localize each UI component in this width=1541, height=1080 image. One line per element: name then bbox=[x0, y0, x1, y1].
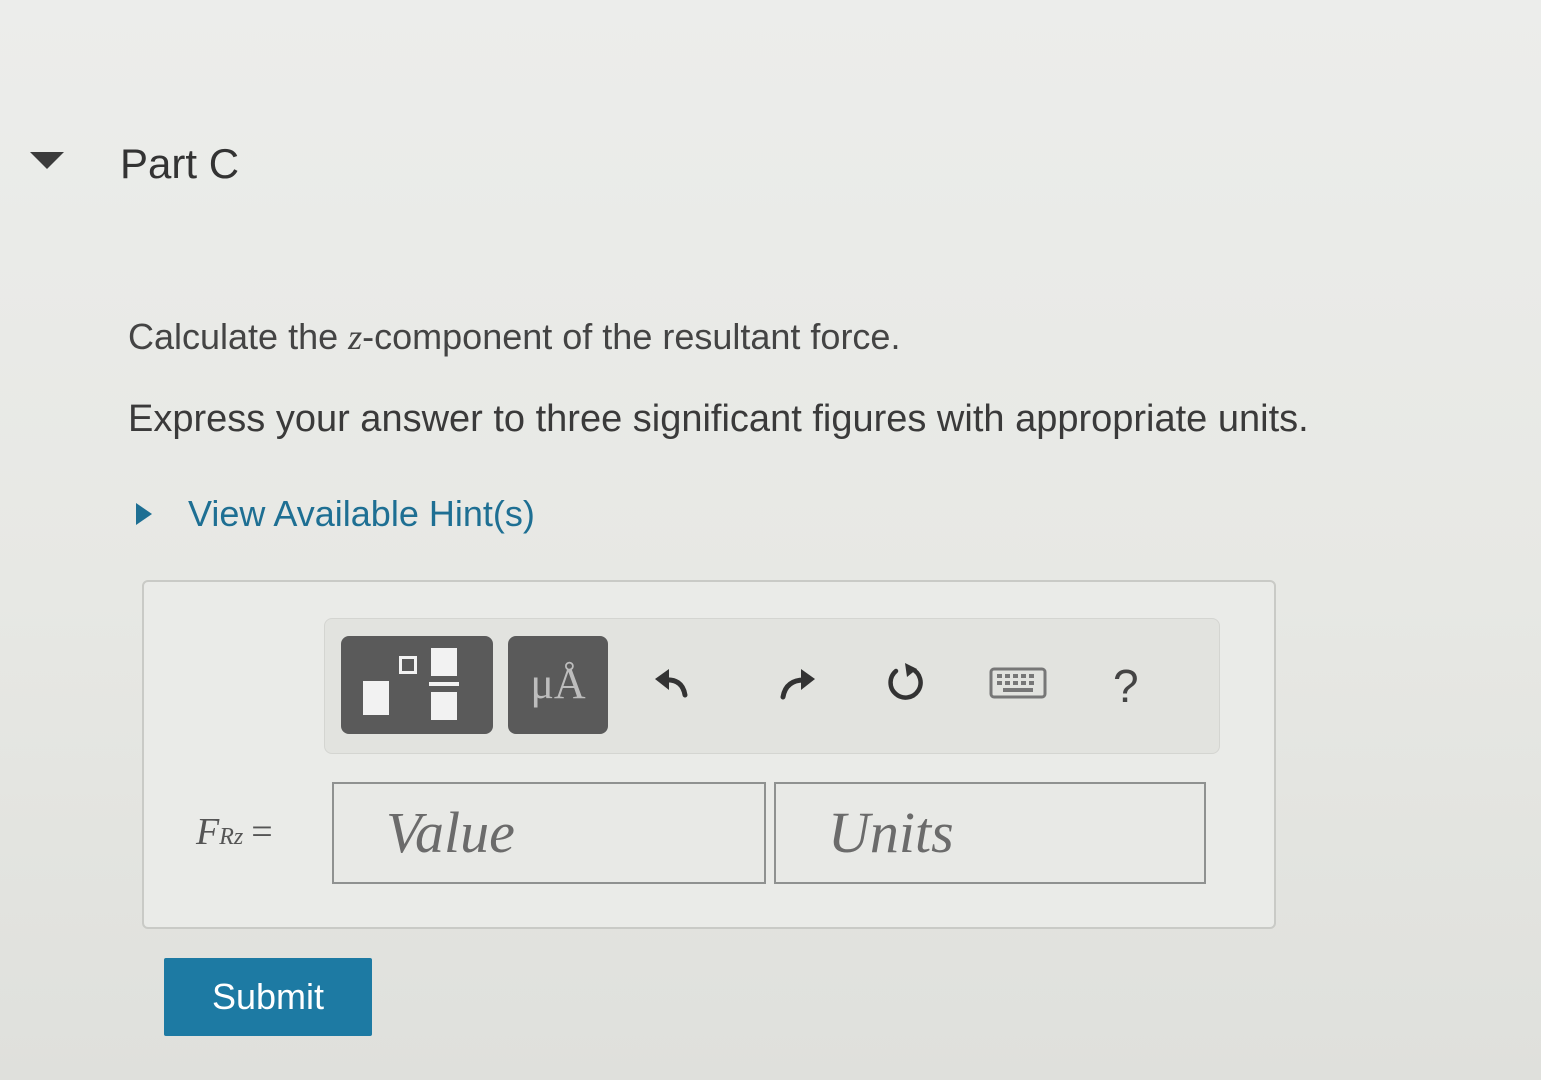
caret-right-icon bbox=[136, 503, 152, 525]
answer-variable-label: FRz = bbox=[196, 810, 273, 854]
variable-symbol: F bbox=[196, 811, 220, 853]
question-page: Part C Calculate the z-component of the … bbox=[0, 0, 1541, 1080]
keyboard-icon[interactable] bbox=[989, 659, 1047, 707]
view-hints-label: View Available Hint(s) bbox=[188, 493, 535, 534]
math-toolbar: μÅ ? bbox=[324, 618, 1220, 754]
answer-panel: μÅ ? FRz = Value Units bbox=[142, 580, 1276, 929]
undo-icon[interactable] bbox=[649, 659, 697, 707]
variable-subscript: Rz bbox=[219, 824, 244, 850]
prompt-text-start: Calculate the bbox=[128, 316, 349, 357]
answer-instructions: Express your answer to three significant… bbox=[128, 398, 1309, 440]
redo-icon[interactable] bbox=[773, 659, 821, 707]
equals-sign: = bbox=[251, 811, 273, 853]
symbols-icon: μÅ bbox=[530, 659, 586, 708]
submit-button[interactable]: Submit bbox=[164, 958, 372, 1036]
symbols-button[interactable]: μÅ bbox=[508, 636, 608, 734]
units-input[interactable]: Units bbox=[774, 782, 1206, 884]
help-icon[interactable]: ? bbox=[1113, 659, 1139, 713]
value-input[interactable]: Value bbox=[332, 782, 766, 884]
templates-button[interactable] bbox=[341, 636, 493, 734]
part-title: Part C bbox=[120, 140, 240, 187]
question-prompt: Calculate the z-component of the resulta… bbox=[128, 316, 900, 358]
collapse-toggle-icon[interactable] bbox=[30, 152, 64, 169]
prompt-text-end: -component of the resultant force. bbox=[362, 316, 901, 357]
prompt-variable: z bbox=[348, 317, 363, 357]
view-hints-link[interactable]: View Available Hint(s) bbox=[136, 493, 535, 535]
reset-icon[interactable] bbox=[881, 659, 929, 707]
